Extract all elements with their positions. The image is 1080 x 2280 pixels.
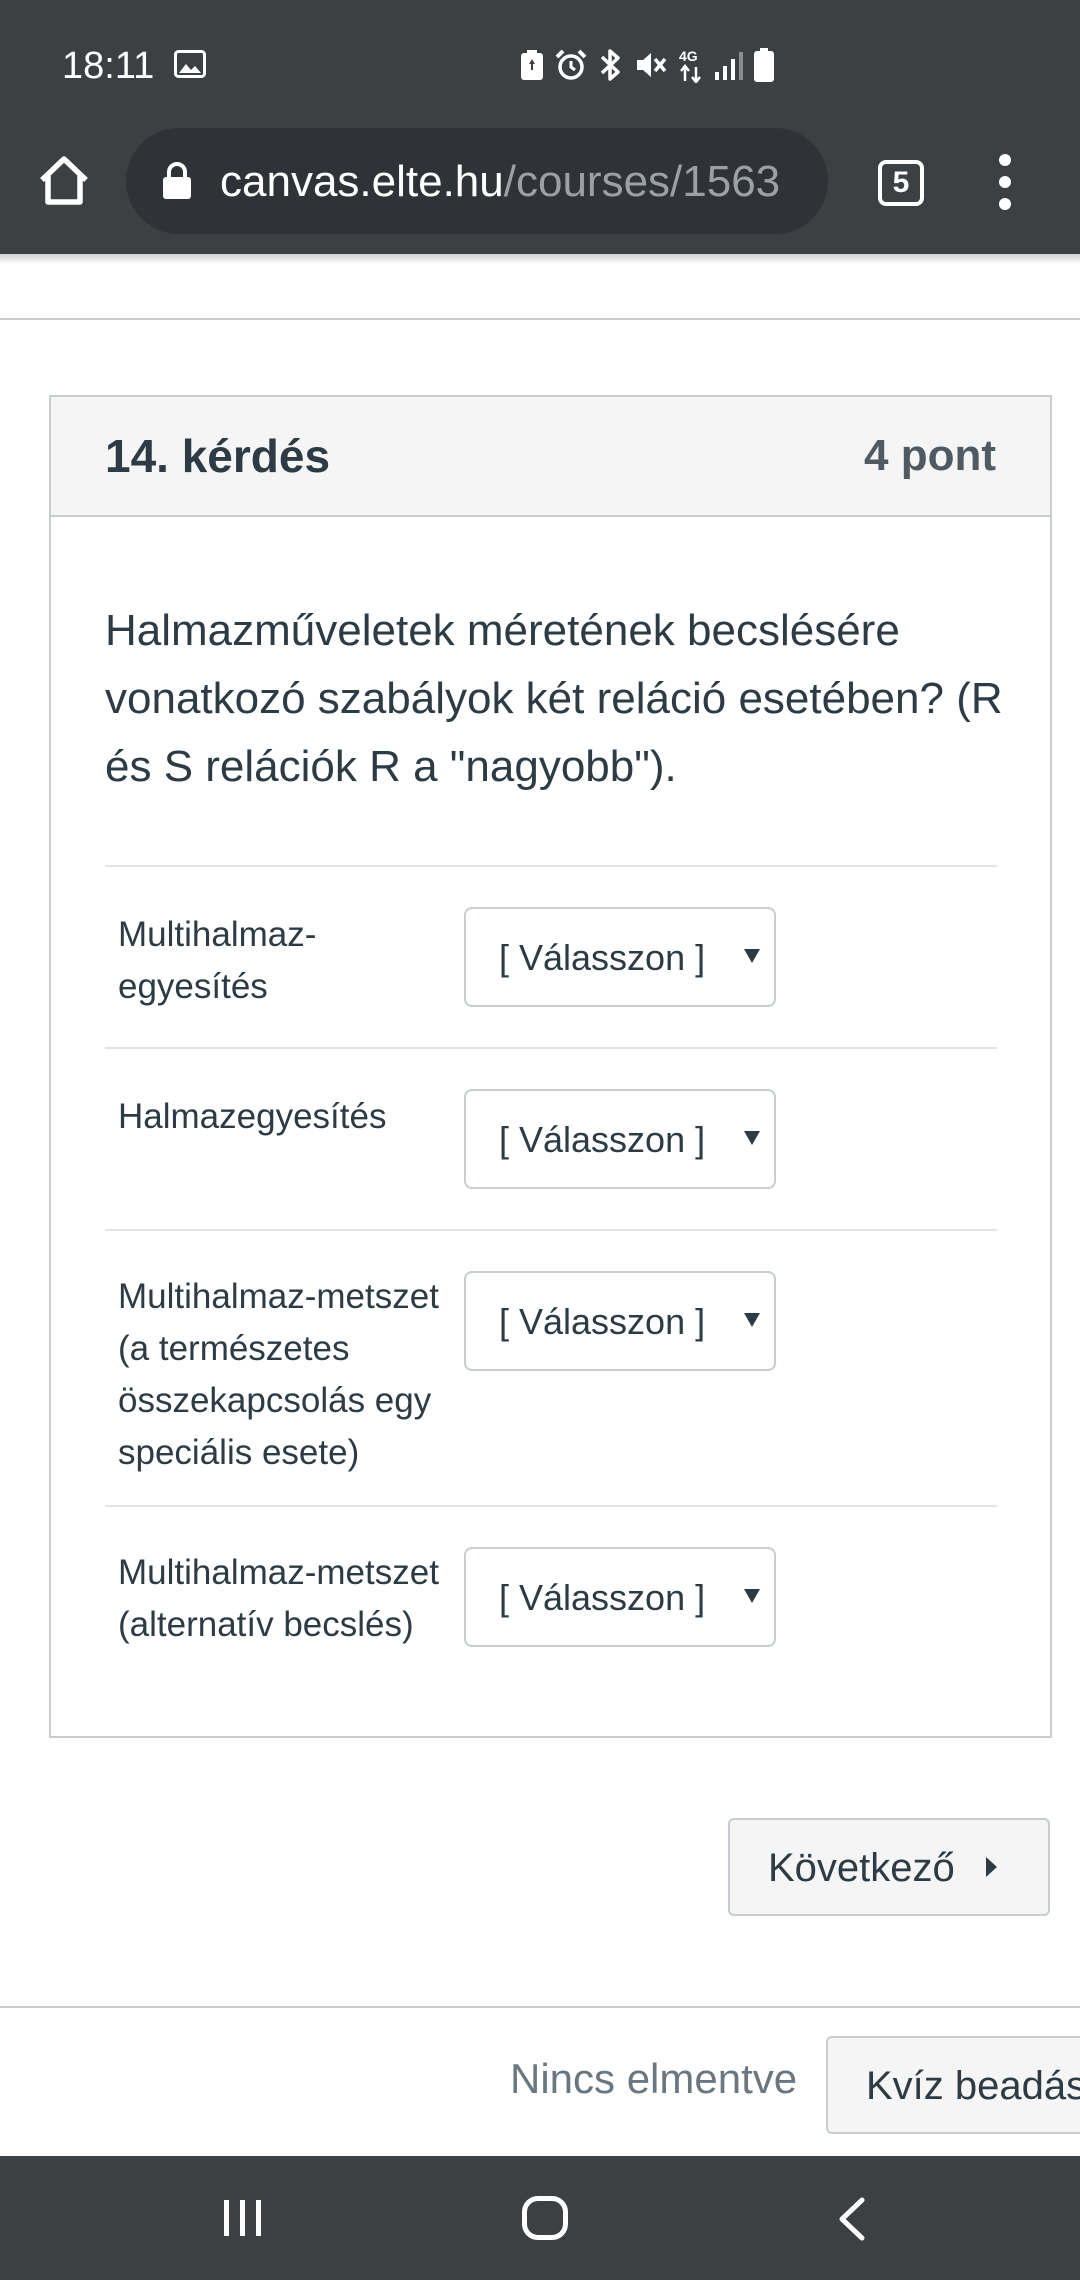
more-menu-icon[interactable]	[990, 154, 1020, 210]
next-button-label: Következő	[768, 1846, 955, 1890]
answer-dropdown[interactable]: [ Válasszon ]	[464, 1547, 776, 1647]
lock-icon	[163, 162, 191, 199]
submit-quiz-label: Kvíz beadása	[866, 2064, 1080, 2108]
system-navigation-bar	[0, 2156, 1080, 2280]
question-card: 14. kérdés 4 pont Halmazműveletek méreté…	[49, 395, 1052, 1738]
tab-switcher-icon[interactable]: 5	[878, 160, 924, 206]
url-host: canvas.elte.hu	[220, 157, 504, 206]
network-4g-icon: 4G	[679, 48, 701, 83]
answer-dropdown[interactable]: [ Válasszon ]	[464, 1089, 776, 1189]
dropdown-arrow-icon	[744, 949, 760, 963]
browser-toolbar: canvas.elte.hu/courses/1563 5	[0, 128, 1080, 254]
submit-quiz-button[interactable]: Kvíz beadása	[826, 2036, 1080, 2134]
divider	[0, 318, 1080, 320]
battery-icon	[754, 48, 774, 82]
answer-label: Multihalmaz-metszet (alternatív becslés)	[118, 1553, 439, 1644]
dropdown-value: [ Válasszon ]	[499, 1577, 706, 1618]
question-title: 14. kérdés	[105, 430, 331, 482]
image-icon	[174, 50, 206, 78]
answer-label: Halmazegyesítés	[118, 1097, 387, 1136]
question-points: 4 pont	[864, 431, 996, 480]
answer-row: Halmazegyesítés [ Válasszon ]	[105, 1047, 997, 1229]
alarm-icon	[555, 49, 587, 80]
mute-icon	[637, 53, 667, 77]
answer-dropdown[interactable]: [ Válasszon ]	[464, 907, 776, 1007]
answer-label: Multihalmaz-egyesítés	[118, 915, 317, 1006]
battery-saver-icon	[521, 50, 543, 80]
answer-row: Multihalmaz-metszet (a természetes össze…	[105, 1229, 997, 1505]
status-icons: 4G	[520, 46, 774, 84]
next-button[interactable]: Következő	[728, 1818, 1050, 1916]
status-bar: 18:11 4G	[0, 0, 1080, 128]
dropdown-arrow-icon	[744, 1131, 760, 1145]
network-label: 4G	[679, 48, 698, 64]
answer-dropdown[interactable]: [ Válasszon ]	[464, 1271, 776, 1371]
url-path: /courses/1563	[503, 157, 781, 206]
answer-row: Multihalmaz-egyesítés [ Válasszon ]	[105, 865, 997, 1047]
save-status: Nincs elmentve	[510, 2055, 798, 2102]
dropdown-value: [ Válasszon ]	[499, 937, 706, 978]
answer-label: Multihalmaz-metszet (a természetes össze…	[118, 1277, 439, 1472]
recent-apps-icon[interactable]	[222, 2198, 264, 2238]
dropdown-arrow-icon	[744, 1313, 760, 1327]
back-icon[interactable]	[832, 2196, 872, 2242]
bluetooth-icon	[600, 49, 620, 81]
dropdown-value: [ Válasszon ]	[499, 1119, 706, 1160]
home-nav-icon[interactable]	[522, 2196, 568, 2240]
caret-right-icon	[986, 1857, 997, 1877]
home-icon[interactable]	[34, 150, 94, 210]
address-bar[interactable]: canvas.elte.hu/courses/1563	[126, 128, 828, 234]
toolbar-shadow	[0, 254, 1080, 264]
dropdown-arrow-icon	[744, 1589, 760, 1603]
divider	[0, 2006, 1080, 2008]
status-time: 18:11	[62, 45, 155, 87]
question-header: 14. kérdés 4 pont	[51, 397, 1050, 517]
answer-row: Multihalmaz-metszet (alternatív becslés)…	[105, 1505, 997, 1705]
signal-icon	[715, 52, 743, 80]
url-text: canvas.elte.hu/courses/1563	[220, 156, 780, 208]
question-text: Halmazműveletek méretének becslésére von…	[105, 606, 1003, 791]
dropdown-value: [ Válasszon ]	[499, 1301, 706, 1342]
